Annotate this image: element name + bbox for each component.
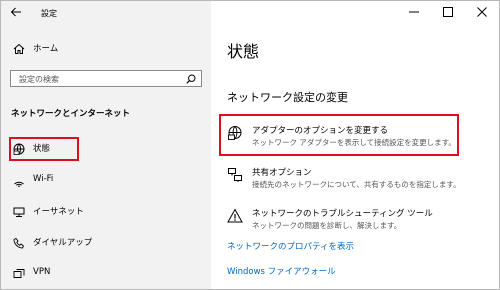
window-title: 設定 [41, 9, 57, 18]
home-icon [13, 43, 25, 55]
search-placeholder: 設定の検索 [19, 75, 59, 84]
troubleshooter-setting[interactable]: ネットワークのトラブルシューティング ツール ネットワークの問題を診断し、解決し… [227, 207, 467, 235]
dialup-icon [13, 237, 25, 249]
sidebar-item-label: Wi-Fi [33, 174, 54, 184]
search-icon[interactable] [186, 74, 196, 84]
search-input[interactable]: 設定の検索 [10, 70, 202, 87]
network-properties-link[interactable]: ネットワークのプロパティを表示 [227, 240, 354, 252]
vpn-icon [13, 268, 25, 280]
back-arrow-icon[interactable] [10, 6, 22, 18]
sidebar-item-home[interactable]: ホーム [1, 37, 211, 61]
sidebar-item-label: イーサネット [33, 207, 84, 217]
sidebar-home-label: ホーム [33, 44, 59, 54]
sidebar-item-wifi[interactable]: Wi-Fi [1, 169, 211, 193]
setting-description: 接続先のネットワークについて、共有するものを指定します。 [252, 180, 461, 189]
minimize-icon[interactable] [397, 1, 431, 23]
sidebar-section-title: ネットワークとインターネット [11, 109, 131, 119]
sidebar-item-ethernet[interactable]: イーサネット [1, 200, 211, 224]
status-highlight-box [9, 137, 79, 161]
wifi-icon [13, 175, 25, 187]
sharing-options-setting[interactable]: 共有オプション 接続先のネットワークについて、共有するものを指定します。 [227, 166, 467, 194]
sharing-options-icon [227, 167, 243, 183]
adapter-options-highlight-box [219, 114, 459, 156]
setting-description: ネットワークの問題を診断し、解決します。 [252, 221, 402, 230]
section-subheading: ネットワーク設定の変更 [227, 91, 348, 104]
sidebar-item-label: VPN [33, 267, 51, 277]
ethernet-icon [13, 206, 25, 218]
setting-title: ネットワークのトラブルシューティング ツール [252, 209, 433, 219]
sidebar-item-vpn[interactable]: VPN [1, 262, 211, 286]
close-icon[interactable] [465, 1, 499, 23]
maximize-icon[interactable] [431, 1, 465, 23]
page-title: 状態 [227, 42, 260, 61]
sidebar-item-label: ダイヤルアップ [33, 238, 93, 248]
window-controls [397, 1, 499, 23]
warning-icon [227, 208, 243, 224]
windows-firewall-link[interactable]: Windows ファイアウォール [227, 265, 336, 277]
sidebar-item-dialup[interactable]: ダイヤルアップ [1, 231, 211, 255]
setting-title: 共有オプション [252, 168, 312, 178]
